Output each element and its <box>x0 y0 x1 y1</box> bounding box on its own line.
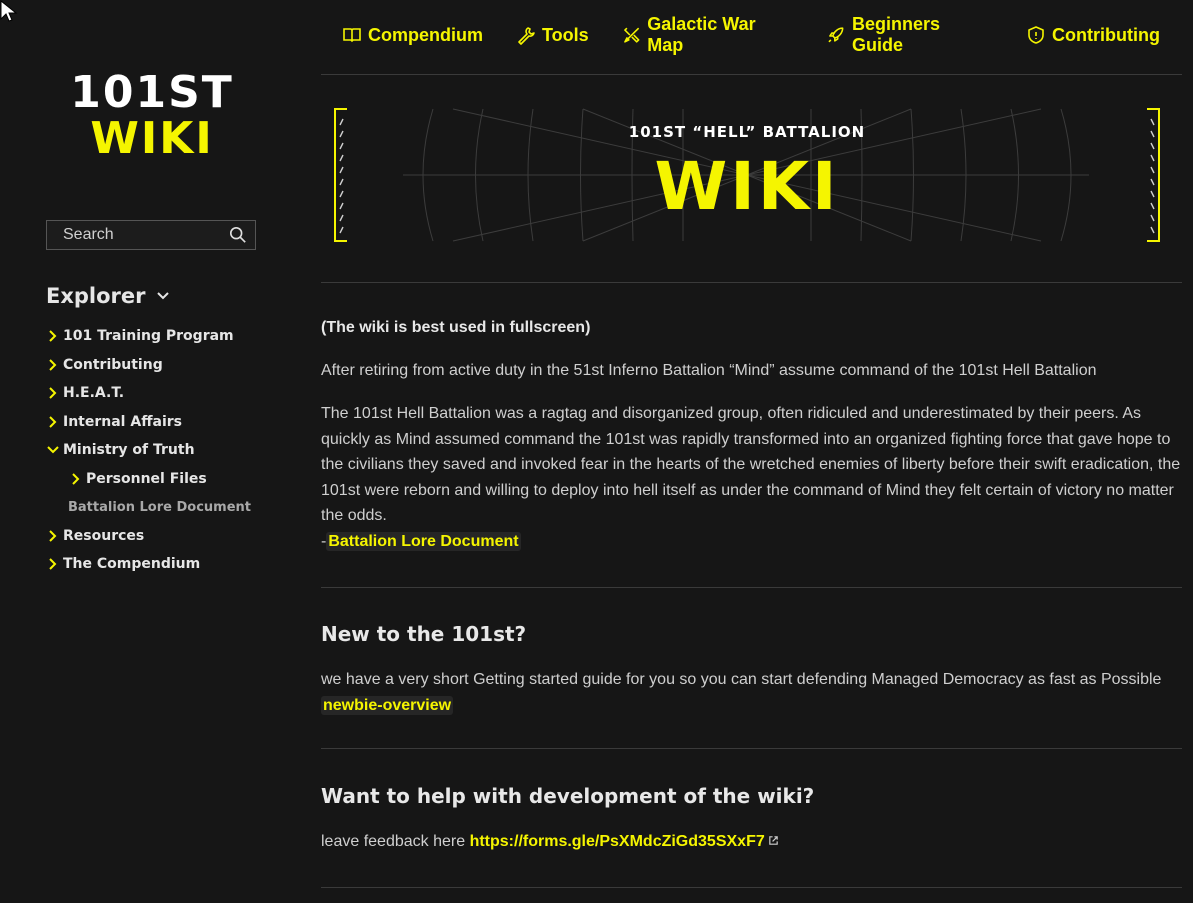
rocket-icon <box>828 27 844 43</box>
sidebar-item-label: Internal Affairs <box>63 413 183 430</box>
chevron-right-icon <box>49 387 57 399</box>
divider <box>321 587 1182 588</box>
explorer-tree: 101 Training Program Contributing H.E.A.… <box>46 322 296 579</box>
help-section: leave feedback here https://forms.gle/Ps… <box>321 829 1182 855</box>
intro-paragraph: After retiring from active duty in the 5… <box>321 362 1097 379</box>
banner-title: WIKI <box>654 148 840 225</box>
history-paragraph: The 101st Hell Battalion was a ragtag an… <box>321 405 1181 524</box>
site-logo[interactable]: 101ST WIKI <box>52 70 252 162</box>
search-icon[interactable] <box>229 226 247 244</box>
search-box[interactable] <box>46 220 256 250</box>
sidebar-item-compendium[interactable]: The Compendium <box>46 550 296 579</box>
nav-link-label: Compendium <box>368 24 483 45</box>
sidebar-item-contributing[interactable]: Contributing <box>46 351 296 380</box>
sidebar-item-heat[interactable]: H.E.A.T. <box>46 379 296 408</box>
sidebar-item-resources[interactable]: Resources <box>46 522 296 551</box>
sidebar-item-training-program[interactable]: 101 Training Program <box>46 322 296 351</box>
chevron-down-icon <box>47 446 59 454</box>
divider <box>321 748 1182 749</box>
sidebar-item-label: Ministry of Truth <box>63 442 195 459</box>
sidebar-item-label: The Compendium <box>63 556 201 573</box>
ministry-of-truth-children: Personnel Files <box>46 465 296 494</box>
chevron-right-icon <box>49 359 57 371</box>
fullscreen-note: (The wiki is best used in fullscreen) <box>321 319 591 336</box>
logo-line-1: 101ST <box>70 67 234 118</box>
newbie-overview-link[interactable]: newbie-overview <box>321 695 454 715</box>
intro-paragraph-wrap: After retiring from active duty in the 5… <box>321 358 1182 384</box>
sidebar-item-lore-document[interactable]: Battalion Lore Document <box>46 493 296 522</box>
nav-link-label: Galactic War Map <box>647 14 756 55</box>
lore-document-link[interactable]: Battalion Lore Document <box>326 531 521 551</box>
explorer-title: Explorer <box>46 284 146 308</box>
sidebar-item-label: Resources <box>63 527 145 544</box>
nav-link-label: Beginners Guide <box>852 14 941 55</box>
banner-subtitle: 101ST “HELL” BATTALION <box>628 123 866 141</box>
feedback-form-link[interactable]: https://forms.gle/PsXMdcZiGd35SXxF7 <box>470 833 779 850</box>
chevron-right-icon <box>72 473 80 485</box>
search-input[interactable] <box>47 225 225 245</box>
intro-section: (The wiki is best used in fullscreen) <box>321 315 1182 341</box>
book-icon <box>343 28 361 43</box>
divider <box>321 74 1182 75</box>
nav-link-beginners-guide[interactable]: Beginners Guide <box>826 14 993 56</box>
chevron-right-icon <box>49 558 57 570</box>
divider <box>321 282 1182 283</box>
history-paragraph-wrap: The 101st Hell Battalion was a ragtag an… <box>321 401 1182 554</box>
sidebar-item-label: 101 Training Program <box>63 328 234 345</box>
divider <box>321 887 1182 888</box>
chevron-down-icon <box>156 292 169 300</box>
wrench-icon <box>518 27 535 45</box>
chevron-right-icon <box>49 530 57 542</box>
nav-link-contributing[interactable]: Contributing <box>1026 25 1160 46</box>
nav-link-compendium[interactable]: Compendium <box>342 25 483 46</box>
sidebar-item-ministry-of-truth[interactable]: Ministry of Truth <box>46 436 296 465</box>
sidebar-item-label: H.E.A.T. <box>63 385 125 402</box>
sidebar-item-label: Contributing <box>63 356 163 373</box>
sidebar: 101ST WIKI Explorer 101 Training Program… <box>0 0 300 903</box>
nav-link-tools[interactable]: Tools <box>516 25 589 46</box>
chevron-right-icon <box>49 416 57 428</box>
nav-link-label: Tools <box>542 24 589 45</box>
logo-line-2: WIKI <box>90 113 214 164</box>
new-section-text: we have a very short Getting started gui… <box>321 671 1162 688</box>
explorer-toggle[interactable]: Explorer <box>46 284 170 308</box>
sidebar-item-personnel-files[interactable]: Personnel Files <box>69 465 296 494</box>
wiki-banner: 101ST “HELL” BATTALION WIKI <box>333 107 1161 243</box>
shield-icon <box>1028 26 1044 44</box>
nav-link-label: Contributing <box>1052 24 1160 45</box>
new-to-101st-heading: New to the 101st? <box>321 622 527 646</box>
nav-link-galactic-war-map[interactable]: Galactic War Map <box>622 14 794 56</box>
sidebar-item-internal-affairs[interactable]: Internal Affairs <box>46 408 296 437</box>
map-tools-icon <box>623 27 640 43</box>
chevron-right-icon <box>49 330 57 342</box>
new-section: we have a very short Getting started gui… <box>321 667 1182 718</box>
sidebar-item-label: Personnel Files <box>86 470 207 487</box>
feedback-form-link-label: https://forms.gle/PsXMdcZiGd35SXxF7 <box>469 833 765 850</box>
help-text: leave feedback here <box>321 833 466 850</box>
top-navigation: Compendium Tools Galactic War Map Beginn… <box>342 14 1193 55</box>
external-link-icon <box>768 836 778 845</box>
help-heading: Want to help with development of the wik… <box>321 784 815 808</box>
